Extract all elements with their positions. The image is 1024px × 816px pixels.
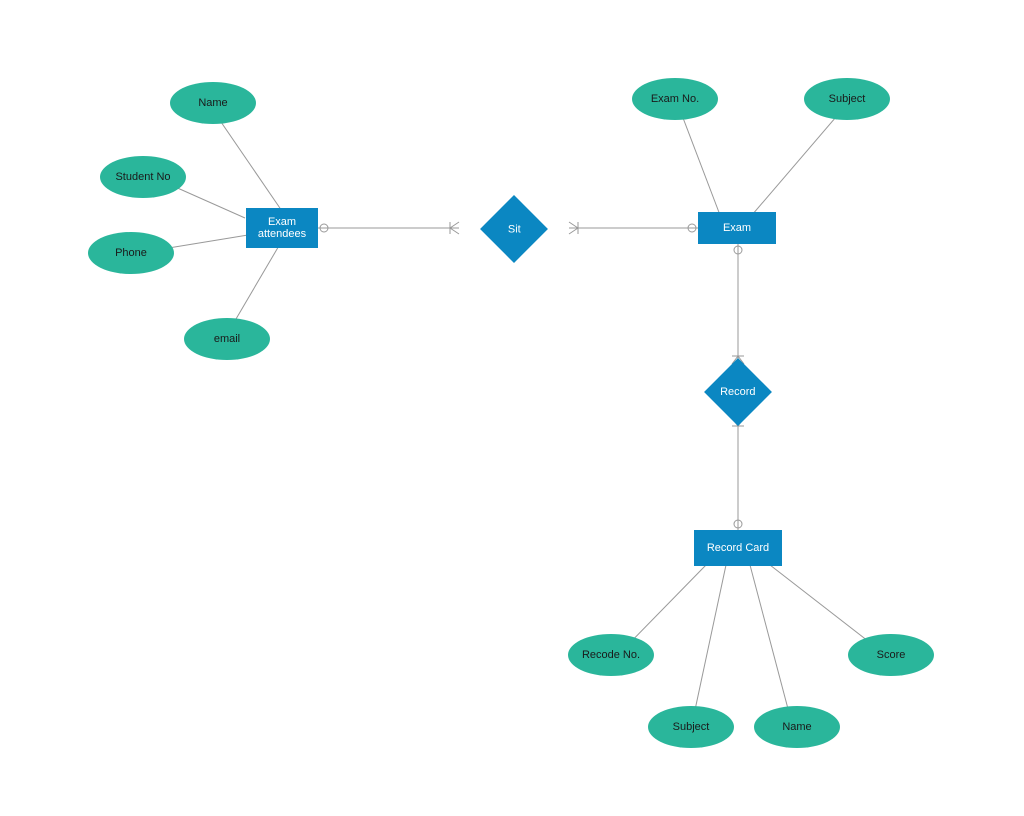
entity-label: Record Card xyxy=(707,542,769,554)
entity-exam-attendees: Exam attendees xyxy=(246,208,318,248)
attribute-subject2: Subject xyxy=(648,706,734,748)
attribute-name2: Name xyxy=(754,706,840,748)
entity-label: Exam xyxy=(723,222,751,234)
attribute-name: Name xyxy=(170,82,256,124)
attribute-phone: Phone xyxy=(88,232,174,274)
attr-label: Subject xyxy=(829,93,866,105)
attr-label: Score xyxy=(877,649,906,661)
connectors xyxy=(0,0,1024,816)
attr-label: Phone xyxy=(115,247,147,259)
attr-label: email xyxy=(214,333,240,345)
relationship-label: Record xyxy=(720,386,755,398)
attribute-recode-no: Recode No. xyxy=(568,634,654,676)
attr-label: Exam No. xyxy=(651,93,699,105)
relationship-label: Sit xyxy=(508,223,521,235)
attr-label: Student No xyxy=(115,171,170,183)
attribute-subject: Subject xyxy=(804,78,890,120)
attribute-score: Score xyxy=(848,634,934,676)
attr-label: Subject xyxy=(673,721,710,733)
attr-label: Name xyxy=(198,97,227,109)
relationship-record: Record xyxy=(704,358,772,426)
entity-exam: Exam xyxy=(698,212,776,244)
entity-label: Exam attendees xyxy=(250,216,314,240)
attribute-student-no: Student No xyxy=(100,156,186,198)
attr-label: Name xyxy=(782,721,811,733)
attribute-email: email xyxy=(184,318,270,360)
relationship-sit: Sit xyxy=(480,195,548,263)
entity-record-card: Record Card xyxy=(694,530,782,566)
attribute-exam-no: Exam No. xyxy=(632,78,718,120)
attr-label: Recode No. xyxy=(582,649,640,661)
